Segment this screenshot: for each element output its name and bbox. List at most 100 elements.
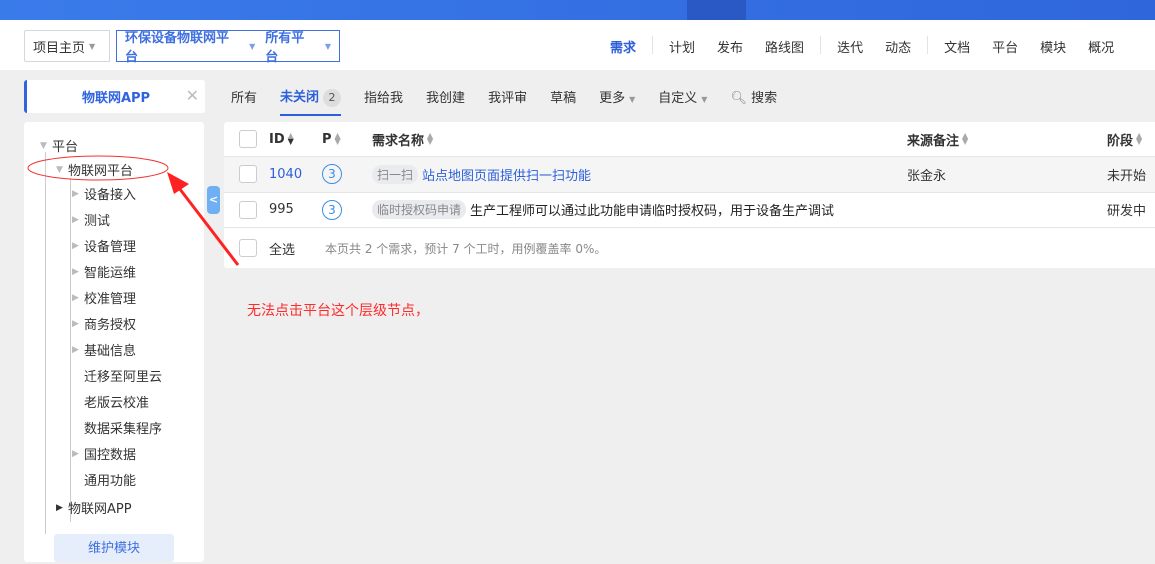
header-label: 阶段 [1107,133,1134,149]
table-row[interactable]: 995 3 临时授权码申请 生产工程师可以通过此功能申请临时授权码，用于设备生产调… [224,193,1155,228]
tree-node-iot-platform[interactable]: ▼ 物联网平台 [56,160,133,179]
row-checkbox[interactable] [239,200,257,219]
tree-node-child[interactable]: ▶ 测试 [72,210,110,229]
tree-node-child[interactable]: ▶ 设备管理 [72,236,136,255]
select-all-checkbox-header[interactable] [239,130,257,148]
tab-assigned[interactable]: 指给我 [364,87,403,106]
caret-right-icon: ▶ [72,188,79,199]
select-all-checkbox[interactable] [239,239,257,257]
story-title-link[interactable]: 生产工程师可以通过此功能申请临时授权码，用于设备生产调试 [470,200,834,219]
collapse-sidebar-icon[interactable]: < [207,186,220,214]
filter-tabs: 所有 未关闭 2 指给我 我创建 我评审 草稿 更多 ▼ 自定义 ▼ 🔍︎ 搜索 [231,86,800,116]
caret-right-icon: ▶ [72,240,79,251]
nav-iteration[interactable]: 迭代 [837,37,863,56]
nav-roadmap[interactable]: 路线图 [765,37,804,56]
top-nav-active[interactable] [687,0,746,20]
tree-node-child[interactable]: 数据采集程序 [72,418,162,437]
tree-node-child[interactable]: ▶ 基础信息 [72,340,136,359]
module-tab[interactable]: 物联网APP ✕ [24,80,205,113]
caret-right-icon: ▶ [72,214,79,225]
branch-label[interactable]: 所有平台 [265,27,317,65]
story-id[interactable]: 1040 [269,157,302,192]
tree-node-iot-app[interactable]: ▶ 物联网APP [56,498,132,517]
tree-node-child[interactable]: ▶ 设备接入 [72,184,136,203]
tree-label: 设备接入 [84,188,137,203]
tree-node-root[interactable]: ▼ 平台 [40,136,78,155]
col-source[interactable]: 来源备注 ▲ ▼ [907,122,968,156]
tree-label: 国控数据 [84,448,137,463]
story-id[interactable]: 995 [269,193,294,228]
nav-release[interactable]: 发布 [717,37,743,56]
tree-node-child[interactable]: ▶ 商务授权 [72,314,136,333]
tab-all[interactable]: 所有 [231,87,257,106]
sub-header: 项目主页 ▼ 环保设备物联网平台 ▼ 所有平台 ▼ 需求 计划 发布 路线图 迭代 动态… [0,20,1155,70]
main-nav: 需求 计划 发布 路线图 迭代 动态 文档 平台 模块 概况 [610,36,1136,56]
sort-icon: ▲ ▼ [334,131,341,146]
sort-icon: ▲ ▼ [427,131,434,146]
maintain-module-button[interactable]: 维护模块 [54,534,174,562]
tree-node-child[interactable]: ▶ 智能运维 [72,262,136,281]
story-title-link[interactable]: 站点地图页面提供扫一扫功能 [422,165,591,184]
search-icon: 🔍︎ [730,91,747,106]
product-label[interactable]: 环保设备物联网平台 [125,27,241,65]
tree-node-child[interactable]: 迁移至阿里云 [72,366,162,385]
module-tree: ▼ 平台 ▼ 物联网平台 ▶ 设备接入 ▶ 测试 ▶ 设备管理 ▶ 智能运维 ▶ 校准管理 ▶ 商务授权 ▶… [24,122,204,562]
stage: 研发中 [1107,204,1147,220]
col-id[interactable]: ID ▲ ▼ [269,122,294,156]
select-all-label[interactable]: 全选 [269,228,295,268]
caret-right-icon: ▶ [72,448,79,459]
tab-reviewed[interactable]: 我评审 [488,87,527,106]
table-footer: 全选 本页共 2 个需求，预计 7 个工时，用例覆盖率 0%。 [224,228,1155,268]
tab-custom[interactable]: 自定义 ▼ [658,87,707,106]
tree-label: 老版云校准 [84,396,150,411]
nav-platform[interactable]: 平台 [992,37,1018,56]
row-checkbox[interactable] [239,165,257,184]
tree-label: 物联网APP [68,502,132,517]
chevron-down-icon: ▼ [629,95,636,104]
tab-created[interactable]: 我创建 [426,87,465,106]
tab-draft[interactable]: 草稿 [550,87,576,106]
header-label: P [322,131,332,147]
table-row[interactable]: 1040 3 扫一扫 站点地图页面提供扫一扫功能 张金永 未开始 [224,157,1155,193]
tree-node-child[interactable]: ▶ 国控数据 [72,444,136,463]
breadcrumb-home-label: 项目主页 [33,40,86,56]
tree-node-child[interactable]: ▶ 校准管理 [72,288,136,307]
tree-label: 测试 [84,214,111,229]
col-p[interactable]: P ▲ ▼ [322,122,341,156]
tab-unclosed[interactable]: 未关闭 2 [280,86,342,116]
tree-label: 智能运维 [84,266,137,281]
nav-module[interactable]: 模块 [1040,37,1066,56]
search-label: 搜索 [751,91,778,106]
count-badge: 2 [323,89,342,107]
search-button[interactable]: 🔍︎ 搜索 [730,87,777,106]
breadcrumb-product[interactable]: 环保设备物联网平台 ▼ 所有平台 ▼ [116,27,340,65]
caret-down-icon: ▼ [56,164,63,175]
priority-badge: 3 [322,199,342,220]
nav-overview[interactable]: 概况 [1088,37,1114,56]
tree-label: 物联网平台 [68,164,134,179]
module-tag: 扫一扫 [372,164,419,184]
col-name[interactable]: 需求名称 ▲ ▼ [372,122,433,156]
caret-right-icon: ▶ [72,292,79,303]
caret-down-icon: ▼ [40,140,47,151]
nav-plan[interactable]: 计划 [669,37,695,56]
tree-label: 迁移至阿里云 [84,370,163,385]
tree-label: 平台 [52,140,79,155]
nav-dynamic[interactable]: 动态 [885,37,911,56]
sort-icon: ▲ ▼ [962,131,969,146]
breadcrumb-home[interactable]: 项目主页 ▼ [24,30,110,62]
col-stage[interactable]: 阶段 ▲ ▼ [1107,122,1142,156]
tree-node-child[interactable]: 老版云校准 [72,392,149,411]
stage: 未开始 [1107,168,1147,184]
top-header [0,0,1155,20]
nav-doc[interactable]: 文档 [944,37,970,56]
nav-story[interactable]: 需求 [610,37,636,56]
close-icon[interactable]: ✕ [186,86,199,105]
header-label: 需求名称 [372,133,425,149]
tree-label: 数据采集程序 [84,422,163,437]
tab-more[interactable]: 更多 ▼ [599,87,635,106]
caret-right-icon: ▶ [72,344,79,355]
priority-badge: 3 [322,164,342,185]
tree-node-child[interactable]: 通用功能 [72,470,136,489]
page-summary: 本页共 2 个需求，预计 7 个工时，用例覆盖率 0%。 [325,241,607,256]
